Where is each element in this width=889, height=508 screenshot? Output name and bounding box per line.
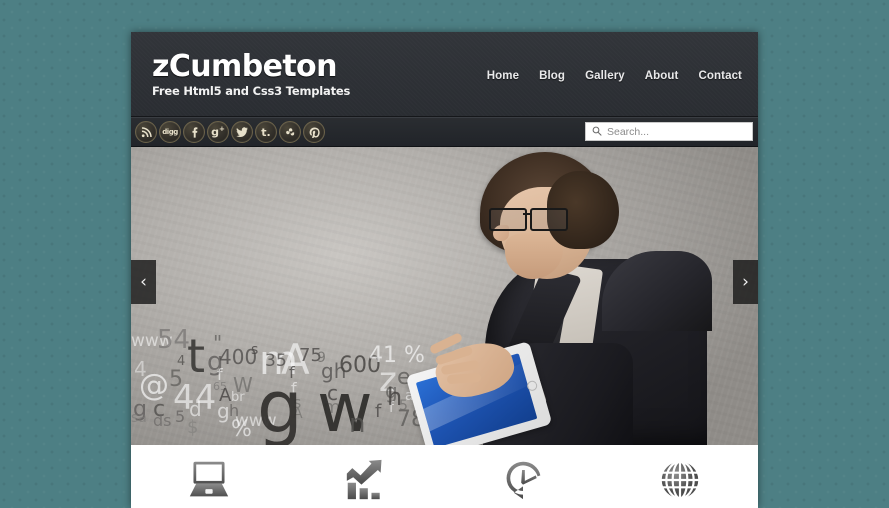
glasses-icon: [489, 208, 568, 231]
laptop-icon: [187, 459, 231, 501]
slider-next-button[interactable]: ›: [733, 260, 758, 304]
google-plus-icon[interactable]: g+: [207, 121, 229, 143]
feature-item-laptop[interactable]: [131, 459, 288, 501]
site-header: zCumbeton Free Html5 and Css3 Templates …: [131, 32, 758, 117]
feature-item-globe[interactable]: [601, 459, 758, 501]
rss-icon[interactable]: [135, 121, 157, 143]
hero-slider: www 54 4 @5 4 g c sa ds 5 44 $ t g " 400 s f 65 Ad g Wbr h www%…: [131, 147, 758, 445]
social-search-bar: digg g+ t.: [131, 117, 758, 147]
logo-tagline: Free Html5 and Css3 Templates: [152, 84, 351, 98]
stumbleupon-icon[interactable]: [279, 121, 301, 143]
twitter-icon[interactable]: [231, 121, 253, 143]
social-links: digg g+ t.: [135, 121, 325, 143]
clock-arrow-icon: [501, 459, 545, 501]
bar-chart-arrow-icon: [344, 459, 388, 501]
nav-about[interactable]: About: [645, 70, 679, 82]
logo-title: zCumbeton: [152, 49, 337, 84]
main-navigation: Home Blog Gallery About Contact: [487, 70, 742, 82]
digg-icon[interactable]: digg: [159, 121, 181, 143]
search-box[interactable]: [585, 122, 753, 141]
nav-blog[interactable]: Blog: [539, 70, 565, 82]
hero-person-photo: [405, 147, 758, 445]
nav-home[interactable]: Home: [487, 70, 519, 82]
nav-contact[interactable]: Contact: [698, 70, 742, 82]
search-input[interactable]: [607, 125, 748, 138]
feature-item-chart[interactable]: [288, 459, 445, 501]
nav-gallery[interactable]: Gallery: [585, 70, 625, 82]
pinterest-icon[interactable]: [303, 121, 325, 143]
globe-icon: [658, 459, 702, 501]
search-icon: [592, 123, 602, 141]
facebook-icon[interactable]: [183, 121, 205, 143]
features-row: [131, 445, 758, 508]
site-logo[interactable]: zCumbeton Free Html5 and Css3 Templates: [152, 52, 350, 98]
slider-prev-button[interactable]: ‹: [131, 260, 156, 304]
feature-item-clock[interactable]: [445, 459, 602, 501]
tumblr-icon[interactable]: t.: [255, 121, 277, 143]
page-container: zCumbeton Free Html5 and Css3 Templates …: [131, 32, 758, 508]
